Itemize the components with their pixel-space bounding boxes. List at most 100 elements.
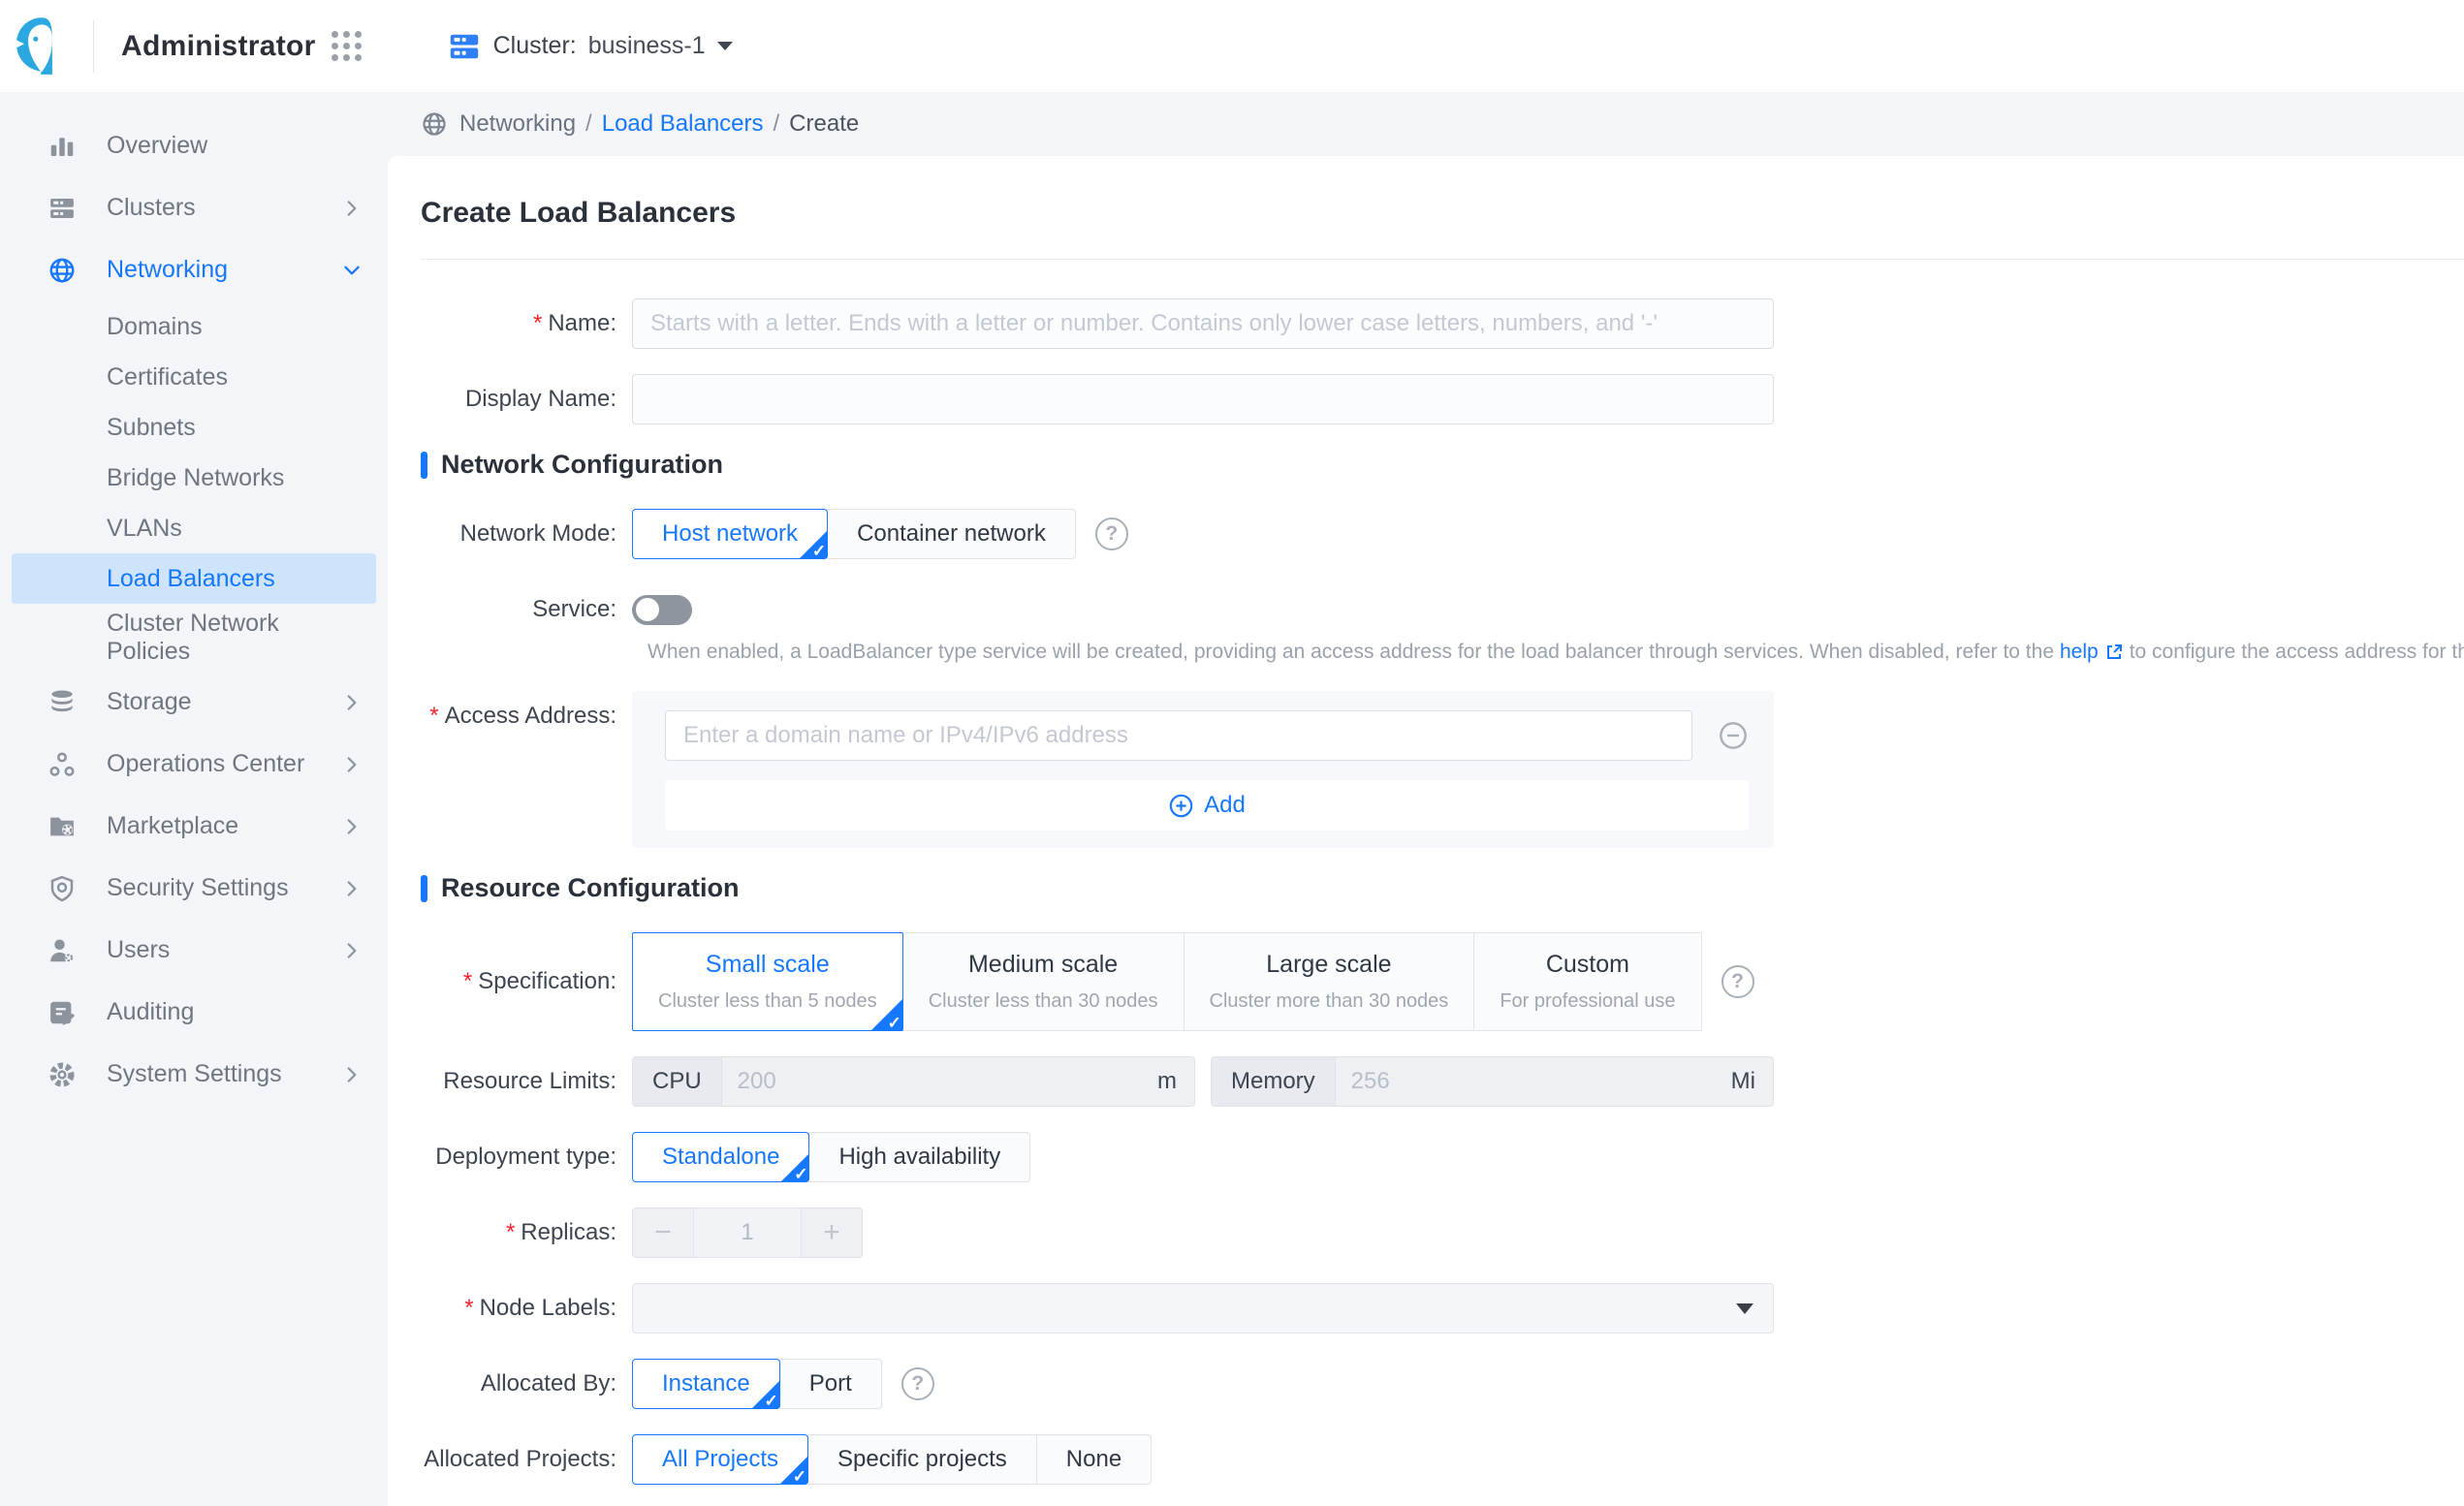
memory-unit-label: Mi — [1714, 1057, 1773, 1106]
service-row: Service: — [421, 584, 2464, 635]
sidebar-item-label: Load Balancers — [107, 565, 275, 593]
decrement-button[interactable]: − — [633, 1208, 693, 1257]
sidebar-item-certificates[interactable]: Certificates — [0, 352, 388, 402]
chevron-right-icon — [341, 816, 363, 837]
deployment-type-label: Deployment type: — [421, 1132, 632, 1182]
allocated-by-label: Allocated By: — [421, 1359, 632, 1409]
sidebar-item-operations-center[interactable]: Operations Center — [0, 734, 388, 796]
allocated-by-group: Instance Port — [632, 1359, 882, 1409]
minus-circle-icon[interactable] — [1718, 720, 1749, 751]
help-link[interactable]: help — [2060, 641, 2099, 664]
cpu-limit-input[interactable] — [722, 1057, 1140, 1106]
question-circle-icon[interactable]: ? — [1722, 965, 1754, 998]
bar-chart-icon — [47, 131, 78, 162]
network-mode-host-button[interactable]: Host network — [632, 509, 828, 559]
help-text: to configure the access address for the … — [2130, 641, 2464, 664]
spec-large-scale-card[interactable]: Large scale Cluster more than 30 nodes — [1184, 932, 1475, 1031]
server-stack-icon — [47, 193, 78, 224]
sidebar-item-label: Operations Center — [107, 749, 341, 779]
service-help-text: When enabled, a LoadBalancer type servic… — [648, 641, 2464, 664]
allocated-projects-specific-button[interactable]: Specific projects — [807, 1434, 1037, 1485]
breadcrumb-link-load-balancers[interactable]: Load Balancers — [602, 110, 764, 138]
breadcrumb-separator: / — [774, 110, 780, 138]
allocated-projects-none-button[interactable]: None — [1036, 1434, 1152, 1485]
access-address-entry — [632, 710, 1774, 761]
sidebar-item-networking[interactable]: Networking — [0, 239, 388, 301]
memory-limit-group: Memory Mi — [1211, 1056, 1774, 1107]
add-button-label: Add — [1204, 792, 1246, 819]
sidebar-item-marketplace[interactable]: Marketplace — [0, 796, 388, 858]
name-input[interactable] — [632, 298, 1774, 349]
sidebar-item-system-settings[interactable]: System Settings — [0, 1044, 388, 1106]
breadcrumb-item: Networking — [459, 110, 576, 138]
cluster-value: business-1 — [588, 32, 706, 60]
sidebar-item-label: Certificates — [107, 363, 228, 392]
sidebar-item-auditing[interactable]: Auditing — [0, 982, 388, 1044]
spec-small-scale-card[interactable]: Small scale Cluster less than 5 nodes — [632, 932, 903, 1031]
cpu-limit-group: CPU m — [632, 1056, 1195, 1107]
sidebar-item-bridge-networks[interactable]: Bridge Networks — [0, 453, 388, 503]
sidebar-item-label: Subnets — [107, 414, 196, 442]
deployment-type-row: Deployment type: Standalone High availab… — [421, 1132, 2464, 1182]
section-accent-bar — [421, 875, 427, 902]
sidebar-item-label: Domains — [107, 313, 203, 341]
access-address-row: Access Address: Add — [421, 691, 2464, 848]
access-address-label: Access Address: — [421, 691, 632, 741]
sidebar-item-users[interactable]: Users — [0, 920, 388, 982]
access-address-input[interactable] — [665, 710, 1692, 761]
cluster-selector[interactable]: Cluster: business-1 — [447, 29, 733, 64]
spec-title: Large scale — [1266, 951, 1391, 979]
specification-group: Small scale Cluster less than 5 nodes Me… — [632, 932, 1702, 1031]
sidebar-item-cluster-network-policies[interactable]: Cluster Network Policies — [0, 604, 320, 672]
sidebar-item-vlans[interactable]: VLANs — [0, 503, 388, 553]
button-label: All Projects — [662, 1446, 778, 1473]
selected-check-icon — [799, 530, 828, 559]
globe-icon — [47, 255, 78, 286]
sidebar-item-load-balancers[interactable]: Load Balancers — [12, 553, 376, 604]
sidebar-item-subnets[interactable]: Subnets — [0, 402, 388, 453]
display-name-label: Display Name: — [421, 374, 632, 424]
allocated-by-port-button[interactable]: Port — [779, 1359, 882, 1409]
selected-check-icon — [870, 998, 903, 1031]
button-label: Port — [809, 1370, 852, 1397]
add-address-button[interactable]: Add — [665, 780, 1749, 831]
allocated-by-instance-button[interactable]: Instance — [632, 1359, 780, 1409]
spec-medium-scale-card[interactable]: Medium scale Cluster less than 30 nodes — [902, 932, 1185, 1031]
spec-subtitle: Cluster less than 5 nodes — [658, 990, 877, 1013]
sidebar-item-storage[interactable]: Storage — [0, 672, 388, 734]
button-label: Host network — [662, 520, 798, 548]
apps-grid-icon[interactable] — [332, 31, 362, 61]
memory-prefix-label: Memory — [1212, 1057, 1336, 1106]
allocated-projects-row: Allocated Projects: All Projects Specifi… — [421, 1434, 2464, 1485]
sidebar-item-domains[interactable]: Domains — [0, 301, 388, 352]
allocated-projects-all-button[interactable]: All Projects — [632, 1434, 808, 1485]
sidebar-item-security-settings[interactable]: Security Settings — [0, 858, 388, 920]
deployment-ha-button[interactable]: High availability — [808, 1132, 1030, 1182]
spec-title: Small scale — [706, 951, 830, 979]
increment-button[interactable]: + — [802, 1208, 862, 1257]
spec-subtitle: Cluster less than 30 nodes — [929, 990, 1158, 1013]
spec-custom-card[interactable]: Custom For professional use — [1473, 932, 1701, 1031]
selected-check-icon — [780, 1153, 809, 1182]
button-label: Instance — [662, 1370, 750, 1397]
resource-configuration-section: Resource Configuration — [421, 873, 2464, 903]
display-name-row: Display Name: — [421, 374, 2464, 424]
selected-check-icon — [779, 1456, 808, 1485]
toggle-knob — [636, 598, 659, 621]
sidebar-item-label: Users — [107, 935, 341, 965]
deployment-standalone-button[interactable]: Standalone — [632, 1132, 809, 1182]
network-mode-container-button[interactable]: Container network — [827, 509, 1076, 559]
question-circle-icon[interactable]: ? — [901, 1367, 934, 1400]
sidebar-item-overview[interactable]: Overview — [0, 115, 388, 177]
sidebar-item-clusters[interactable]: Clusters — [0, 177, 388, 239]
button-label: None — [1066, 1446, 1121, 1473]
question-circle-icon[interactable]: ? — [1095, 518, 1128, 550]
node-labels-select[interactable] — [632, 1283, 1774, 1333]
display-name-input[interactable] — [632, 374, 1774, 424]
memory-limit-input[interactable] — [1336, 1057, 1714, 1106]
replicas-row: Replicas: − 1 + — [421, 1208, 2464, 1258]
service-toggle[interactable] — [632, 595, 692, 625]
sidebar-item-label: System Settings — [107, 1059, 341, 1089]
sidebar-item-label: Marketplace — [107, 811, 341, 841]
sidebar-item-label: VLANs — [107, 515, 182, 543]
